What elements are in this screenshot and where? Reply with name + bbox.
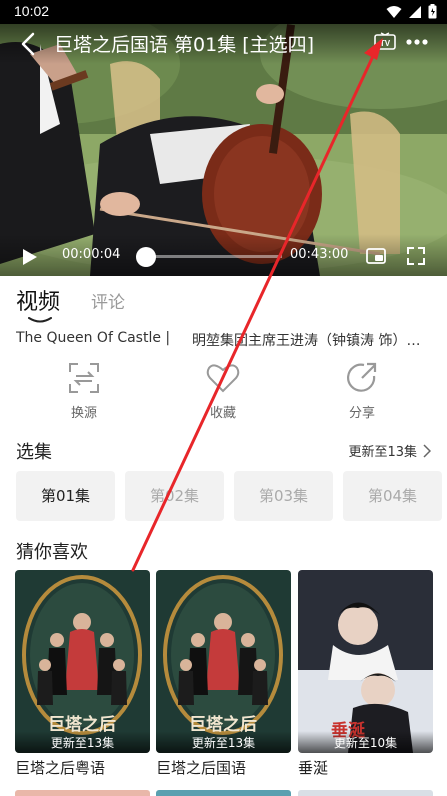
tab-comments[interactable]: 评论 xyxy=(91,288,125,313)
video-topbar: 巨塔之后国语 第01集 [主选四] TV xyxy=(0,24,447,64)
recommendations-title: 猜你喜欢 xyxy=(16,542,88,563)
recommendation-name: 巨塔之后粤语 xyxy=(15,759,106,777)
recommendation-card-2[interactable]: 巨塔之后 更新至13集 巨塔之后国语 xyxy=(156,570,291,778)
episodes-section-title: 选集 xyxy=(16,442,52,463)
episodes-updated-label: 更新至13集 xyxy=(348,445,417,460)
next-row-peek xyxy=(156,790,291,796)
next-row-peek xyxy=(298,790,433,796)
swap-source-button[interactable]: 换源 xyxy=(44,360,124,421)
show-cast: 明堃集团主席王进涛（钟镇涛 饰）… xyxy=(192,333,421,349)
recommendation-card-1[interactable]: 巨塔之后 更新至13集 巨塔之后粤语 xyxy=(15,570,150,778)
episode-list: 第01集 第02集 第03集 第04集 xyxy=(16,471,447,521)
episode-count-badge: 更新至13集 xyxy=(15,731,150,753)
player-controls: 00:00:04 00:43:00 xyxy=(0,234,447,276)
status-time: 10:02 xyxy=(14,3,50,19)
poster-art: 巨塔之后 xyxy=(156,570,291,753)
episodes-updated-link[interactable]: 更新至13集 xyxy=(348,441,431,460)
heart-icon xyxy=(206,364,240,393)
video-title: 巨塔之后国语 第01集 [主选四] xyxy=(54,34,315,56)
tab-comments-label: 评论 xyxy=(91,293,125,313)
episode-item-3[interactable]: 第03集 xyxy=(234,471,333,521)
current-time: 00:00:04 xyxy=(62,247,121,262)
share-label: 分享 xyxy=(348,406,375,421)
episode-item-2[interactable]: 第02集 xyxy=(125,471,224,521)
back-arrow-icon[interactable] xyxy=(14,30,42,58)
recommendation-name: 巨塔之后国语 xyxy=(156,759,247,777)
chevron-right-icon xyxy=(423,443,431,458)
poster-image: 巨塔之后 更新至13集 xyxy=(156,570,291,753)
tv-cast-icon[interactable]: TV xyxy=(373,32,397,52)
tv-cast-label: TV xyxy=(380,39,391,48)
progress-bar[interactable] xyxy=(136,247,282,267)
show-english-title: The Queen Of Castle | xyxy=(16,330,171,346)
wifi-icon xyxy=(386,5,402,18)
more-icon[interactable] xyxy=(404,32,430,52)
progress-knob[interactable] xyxy=(136,247,157,267)
action-bar: 换源 收藏 分享 xyxy=(0,360,447,430)
swap-source-icon xyxy=(69,363,99,393)
recommendation-list: 巨塔之后 更新至13集 巨塔之后粤语 巨塔之后 更新至13集 巨塔之后国语 更新… xyxy=(15,570,447,786)
content-tabs: 视频 评论 xyxy=(0,276,447,326)
picture-in-picture-icon[interactable] xyxy=(365,246,387,266)
poster-image: 巨塔之后 更新至13集 xyxy=(15,570,150,753)
signal-icon xyxy=(409,5,421,18)
total-time: 00:43:00 xyxy=(290,247,349,262)
share-button[interactable]: 分享 xyxy=(322,360,402,421)
status-bar: 10:02 xyxy=(0,0,447,24)
tab-video-label: 视频 xyxy=(16,290,61,315)
battery-icon xyxy=(428,4,437,19)
swap-source-label: 换源 xyxy=(70,406,97,421)
show-info[interactable]: The Queen Of Castle | 明堃集团主席王进涛（钟镇涛 饰）… xyxy=(16,330,436,350)
tab-active-indicator xyxy=(28,317,52,323)
recommendation-card-3[interactable]: 垂涎 更新至10集 垂涎 xyxy=(298,570,433,778)
poster-art: 垂涎 xyxy=(298,570,433,753)
tab-video[interactable]: 视频 xyxy=(16,284,61,323)
episode-count-badge: 更新至10集 xyxy=(298,731,433,753)
share-icon xyxy=(347,362,377,392)
episode-item-1[interactable]: 第01集 xyxy=(16,471,115,521)
poster-art: 巨塔之后 xyxy=(15,570,150,753)
play-icon[interactable] xyxy=(18,246,40,268)
poster-image: 垂涎 更新至10集 xyxy=(298,570,433,753)
episode-item-4[interactable]: 第04集 xyxy=(343,471,442,521)
episode-count-badge: 更新至13集 xyxy=(156,731,291,753)
status-icons xyxy=(386,4,437,19)
favorite-button[interactable]: 收藏 xyxy=(183,360,263,421)
next-row-peek xyxy=(15,790,150,796)
favorite-label: 收藏 xyxy=(209,406,236,421)
fullscreen-icon[interactable] xyxy=(405,245,427,267)
recommendation-name: 垂涎 xyxy=(298,759,329,777)
video-player[interactable]: 巨塔之后国语 第01集 [主选四] TV 00:00:04 00:43:00 xyxy=(0,24,447,276)
